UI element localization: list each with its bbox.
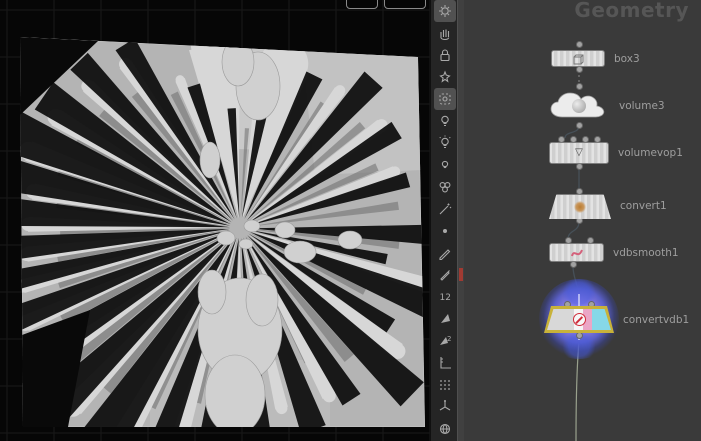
wand-icon [439,203,451,215]
secure-selection-icon [439,49,450,62]
wire-sphere-icon[interactable] [434,418,456,440]
node-label: volumevop1 [618,147,683,159]
normals-cone-icon[interactable] [434,308,456,330]
show-handles-icon[interactable] [434,22,456,44]
point-grid-icon [439,380,450,390]
point-grid-icon[interactable] [434,374,456,396]
wand-icon[interactable] [434,198,456,220]
node-output-connector[interactable] [576,66,583,73]
point-numbers-icon[interactable]: 12 [434,286,456,308]
axis-jack-icon [439,400,450,411]
secure-selection-icon[interactable] [434,44,456,66]
node-output-connector[interactable] [576,163,583,170]
viewport-toolbar: 12 2 [430,0,458,441]
node-vdbsmooth1[interactable]: vdbsmooth1 [549,243,679,262]
prohibit-icon [572,313,586,326]
node-label: box3 [614,52,640,65]
headlight-icon[interactable] [434,110,456,132]
view-tool-icon[interactable] [433,0,456,22]
divider-marker [459,268,463,281]
node-body[interactable] [549,243,604,262]
wire-sphere-icon [439,423,450,435]
convert-icon [574,201,586,213]
selection-outline[interactable] [544,306,614,333]
point-marker-icon [442,229,447,233]
pencil-icon[interactable] [434,242,456,264]
node-body[interactable] [548,89,610,123]
lamp-icon[interactable] [434,154,456,176]
node-volume3[interactable]: volume3 [548,89,665,123]
node-body[interactable] [551,50,605,67]
lamp-icon [441,160,448,169]
corner-ruler-icon [439,357,451,369]
selection-mode-icon [438,93,451,105]
snap-options-icon[interactable] [434,66,456,88]
node-label: convert1 [620,200,667,212]
pen-icon[interactable] [434,264,456,286]
vop-icon: ▽ [575,147,583,158]
node-body[interactable]: ▽ [549,142,609,164]
node-input-connector[interactable] [576,41,583,48]
svg-text:12: 12 [439,293,450,303]
headlight-icon [440,115,449,127]
sphere-icon [572,99,586,113]
point-marker-icon[interactable] [434,220,456,242]
material-spheres-icon[interactable] [434,176,456,198]
normals-cone-icon [440,314,450,323]
point-numbers-icon: 12 [439,293,450,303]
vector-cone-icon: 2 [439,335,451,345]
node-output-connector[interactable] [570,261,577,268]
cube-icon [573,54,584,64]
corner-ruler-icon[interactable] [434,352,456,374]
viewport-top-button-1[interactable] [346,0,378,9]
node-body[interactable] [549,194,611,219]
node-convert1[interactable]: convert1 [549,194,667,219]
snap-options-icon [438,70,451,83]
scene-viewport[interactable] [0,0,431,441]
vector-cone-icon[interactable]: 2 [434,330,456,352]
node-convertvdb1[interactable]: convertvdb1 [544,306,689,333]
network-editor[interactable]: Geometry box3 volume3 ▽ volumevop1 conve… [464,0,701,441]
node-volumevop1[interactable]: ▽ volumevop1 [549,142,683,164]
node-body[interactable] [547,309,611,330]
viewport-render [0,0,431,441]
material-spheres-icon [439,182,450,193]
lighting-icon[interactable] [434,132,456,154]
pencil-icon [438,249,450,261]
node-label: convertvdb1 [623,313,690,326]
houdini-window: 12 2 Geometry box3 volume3 ▽ volumevop1 … [0,0,701,441]
node-output-connector[interactable] [576,122,583,129]
viewport-top-button-2[interactable] [384,0,426,9]
svg-text:2: 2 [447,335,451,343]
show-handles-icon [439,29,449,41]
lighting-icon [438,135,451,149]
view-tool-icon [438,5,451,17]
selection-mode-icon[interactable] [433,88,456,110]
node-output-connector[interactable] [576,332,583,339]
node-label: vdbsmooth1 [613,246,679,259]
pen-icon [439,270,450,281]
node-box3[interactable]: box3 [551,50,640,67]
node-label: volume3 [619,100,665,112]
smooth-curve-icon [570,249,583,256]
axis-jack-icon[interactable] [434,396,456,418]
